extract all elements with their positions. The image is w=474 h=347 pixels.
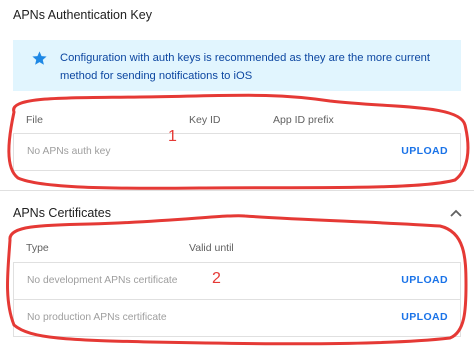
development-certificate-row: No development APNs certificate UPLOAD xyxy=(13,262,461,300)
auth-key-row: No APNs auth key UPLOAD xyxy=(13,133,461,171)
annotation-label-1: 1 xyxy=(168,128,177,145)
apns-certificates-title: APNs Certificates xyxy=(13,206,111,220)
column-header-key-id: Key ID xyxy=(189,114,221,126)
development-certificate-empty-label: No development APNs certificate xyxy=(27,275,178,286)
apns-auth-key-title: APNs Authentication Key xyxy=(13,8,152,22)
upload-production-certificate-button[interactable]: UPLOAD xyxy=(401,311,448,323)
upload-development-certificate-button[interactable]: UPLOAD xyxy=(401,274,448,286)
column-header-file: File xyxy=(26,114,43,126)
chevron-up-icon[interactable] xyxy=(449,208,463,218)
annotation-label-2: 2 xyxy=(212,270,221,287)
column-header-valid-until: Valid until xyxy=(189,242,234,254)
upload-auth-key-button[interactable]: UPLOAD xyxy=(401,145,448,157)
column-header-app-id-prefix: App ID prefix xyxy=(273,114,334,126)
section-divider xyxy=(0,190,474,191)
auth-key-empty-label: No APNs auth key xyxy=(27,146,111,157)
production-certificate-empty-label: No production APNs certificate xyxy=(27,312,167,323)
info-banner-text: Configuration with auth keys is recommen… xyxy=(60,52,430,82)
info-banner: Configuration with auth keys is recommen… xyxy=(13,40,461,91)
production-certificate-row: No production APNs certificate UPLOAD xyxy=(13,299,461,337)
column-header-type: Type xyxy=(26,242,49,254)
star-icon xyxy=(32,51,47,65)
